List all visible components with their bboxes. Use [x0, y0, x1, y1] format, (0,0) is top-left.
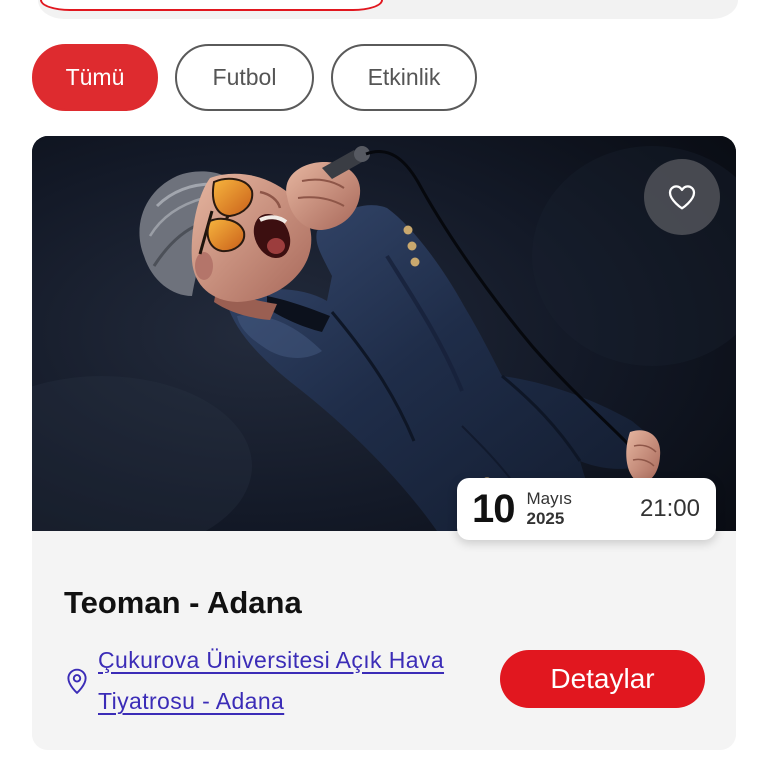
event-month: Mayıs	[526, 489, 572, 508]
filter-chip-futbol[interactable]: Futbol	[175, 44, 314, 111]
location-pin-icon	[64, 667, 90, 695]
date-badge: 10 Mayıs 2025 21:00	[457, 478, 716, 540]
event-card[interactable]: 10 Mayıs 2025 21:00 Teoman - Adana Çukur…	[32, 136, 736, 750]
event-title: Teoman - Adana	[64, 585, 302, 620]
event-month-year: Mayıs 2025	[527, 489, 572, 529]
top-tab-active[interactable]	[40, 0, 383, 11]
filter-chip-tumu[interactable]: Tümü	[32, 44, 158, 111]
favorite-button[interactable]	[644, 159, 720, 235]
heart-icon	[666, 181, 698, 213]
details-button[interactable]: Detaylar	[500, 650, 705, 708]
singer-photo	[32, 136, 736, 531]
screen: Tümü Futbol Etkinlik 10 Mayıs 2025 21:00…	[0, 0, 768, 768]
event-day: 10	[472, 487, 515, 531]
event-time: 21:00	[639, 495, 700, 522]
top-tab-bar	[38, 0, 738, 19]
event-card-body: Teoman - Adana Çukurova Üniversitesi Açı…	[32, 531, 736, 750]
filter-chip-etkinlik[interactable]: Etkinlik	[331, 44, 477, 111]
event-year: 2025	[526, 509, 565, 528]
event-image	[32, 136, 736, 531]
venue-link[interactable]: Çukurova Üniversitesi Açık Hava Tiyatros…	[98, 640, 470, 722]
